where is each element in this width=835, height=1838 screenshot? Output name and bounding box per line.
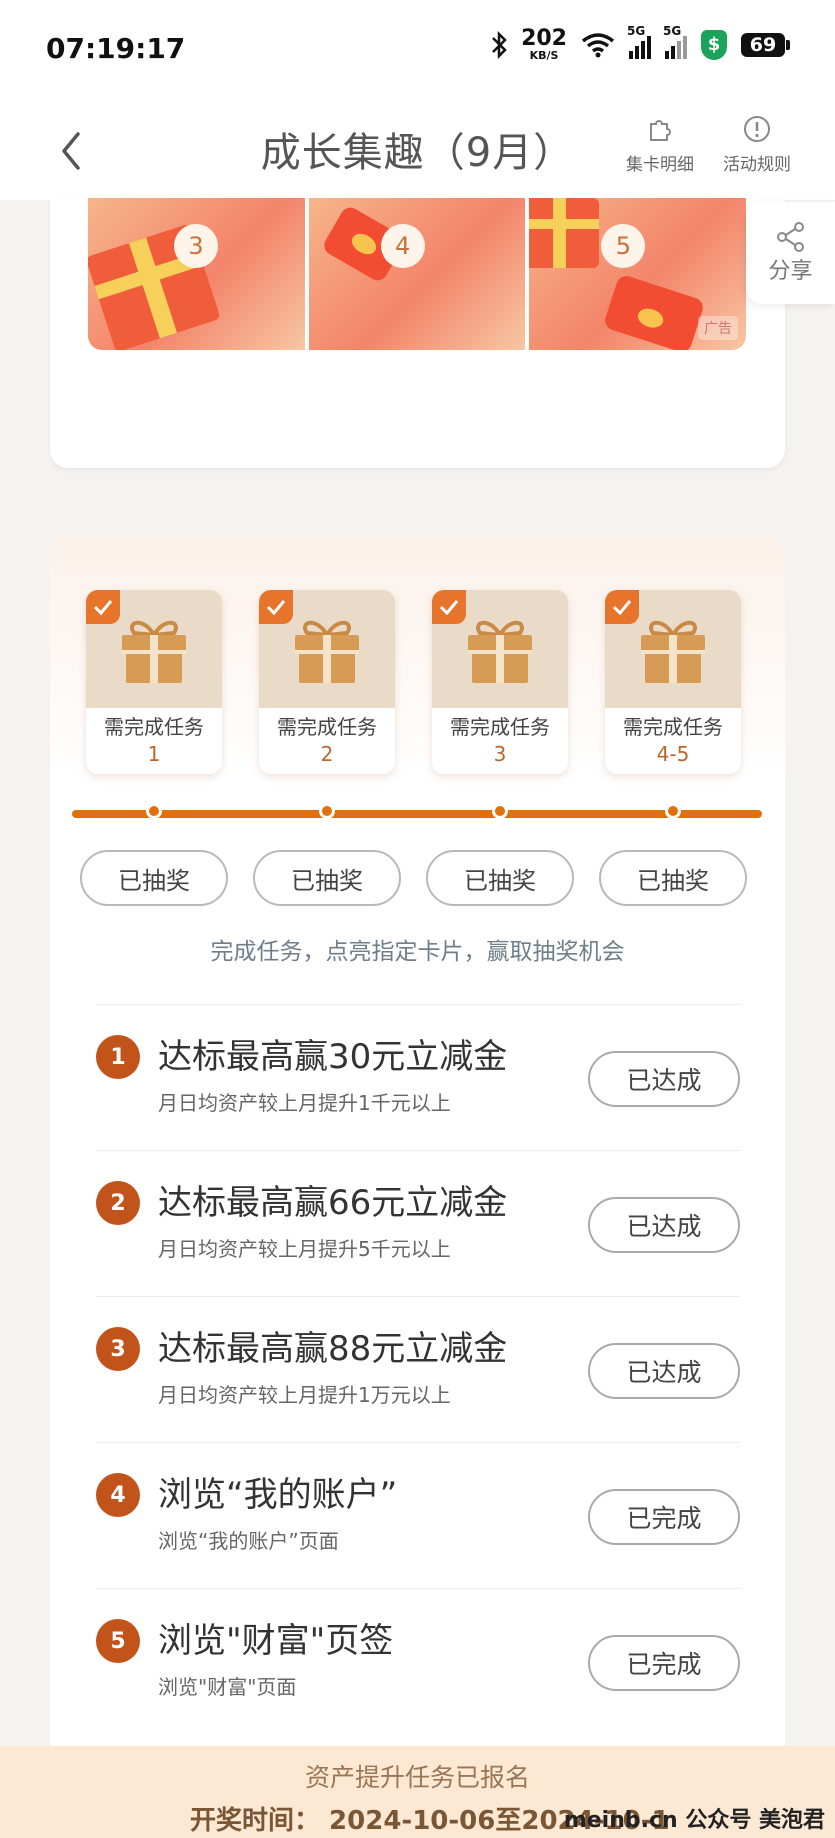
task-status-button[interactable]: 已完成 (588, 1635, 740, 1691)
task-status-button[interactable]: 已达成 (588, 1343, 740, 1399)
task-title: 浏览“我的账户” (158, 1475, 398, 1515)
registration-status: 资产提升任务已报名 (304, 1763, 530, 1792)
network-speed-unit: KB/S (529, 49, 559, 62)
gift-icon (122, 620, 186, 683)
task-number-badge: 2 (96, 1181, 140, 1225)
task-title: 达标最高赢88元立减金 (158, 1329, 508, 1369)
status-icons: 202 KB/S 5G 5G $ 69 (491, 24, 790, 62)
checkmark-icon (86, 590, 120, 624)
gift-icon (641, 620, 705, 683)
signal-icon-sim2: 5G (663, 24, 687, 59)
share-button[interactable]: 分享 (746, 202, 835, 304)
task-item-5: 5 浏览"财富"页签 浏览"财富"页面 已完成 (96, 1588, 740, 1735)
task-subtitle: 浏览"财富"页面 (158, 1675, 297, 1699)
stage-card-3[interactable]: 需完成任务 3 (432, 590, 568, 774)
wifi-icon (581, 32, 615, 57)
battery-icon: 69 (741, 32, 790, 57)
task-subtitle: 浏览“我的账户”页面 (158, 1529, 339, 1553)
bluetooth-icon (492, 30, 507, 59)
status-time: 07:19:17 (46, 32, 186, 65)
draw-button-4[interactable]: 已抽奖 (599, 850, 747, 906)
task-item-4: 4 浏览“我的账户” 浏览“我的账户”页面 已完成 (96, 1442, 740, 1589)
info-circle-icon (744, 116, 770, 142)
task-subtitle: 月日均资产较上月提升1万元以上 (158, 1383, 451, 1407)
stage-tasks: 2 (320, 742, 334, 766)
draw-button-3[interactable]: 已抽奖 (426, 850, 574, 906)
checkmark-icon (605, 590, 639, 624)
gift-icon (468, 620, 532, 683)
stage-card-4[interactable]: 需完成任务 4-5 (605, 590, 741, 774)
stage-card-1[interactable]: 需完成任务 1 (86, 590, 222, 774)
stage-label: 需完成任务 (450, 715, 550, 739)
task-number-badge: 5 (96, 1619, 140, 1663)
puzzle-icon (650, 120, 671, 141)
nav-bar: 成长集趣（9月） 集卡明细 活动规则 (0, 100, 835, 200)
share-label: 分享 (768, 259, 813, 284)
banner-card-5[interactable]: 5 广告 (529, 198, 746, 350)
share-icon (776, 222, 804, 252)
stage-tasks: 4-5 (656, 742, 690, 766)
task-status-button[interactable]: 已达成 (588, 1197, 740, 1253)
task-panel: 需完成任务 1 需完成任务 2 需完成任务 3 需完成任务 4-5 已抽奖 已抽… (50, 536, 785, 1838)
task-title: 浏览"财富"页签 (158, 1621, 394, 1661)
task-status-button[interactable]: 已达成 (588, 1051, 740, 1107)
sim2-label: 5G (663, 24, 682, 38)
ad-label: 广告 (698, 316, 739, 340)
hint-text: 完成任务，点亮指定卡片，赢取抽奖机会 (210, 939, 625, 965)
registration-footer: 资产提升任务已报名 开奖时间： 2024-10-06至2024-10-1 mei… (0, 1746, 835, 1838)
card-collection-panel: 3 4 5 广告 (50, 198, 785, 468)
task-subtitle: 月日均资产较上月提升1千元以上 (158, 1091, 451, 1115)
progress-track (72, 810, 762, 818)
task-number-badge: 4 (96, 1473, 140, 1517)
stage-tasks: 3 (493, 742, 507, 766)
stage-label: 需完成任务 (104, 715, 204, 739)
draw-button-2[interactable]: 已抽奖 (253, 850, 401, 906)
task-status-button[interactable]: 已完成 (588, 1489, 740, 1545)
stage-card-2[interactable]: 需完成任务 2 (259, 590, 395, 774)
task-item-1: 1 达标最高赢30元立减金 月日均资产较上月提升1千元以上 已达成 (96, 1004, 740, 1151)
banner-card-4[interactable]: 4 (308, 198, 526, 350)
card-detail-label: 集卡明细 (626, 155, 694, 175)
task-title: 达标最高赢30元立减金 (158, 1037, 508, 1077)
banner-number: 4 (380, 224, 425, 268)
gift-icon (295, 620, 359, 683)
task-subtitle: 月日均资产较上月提升5千元以上 (158, 1237, 451, 1261)
banner-strip: 3 4 5 广告 (88, 198, 746, 350)
progress-dot (492, 803, 508, 819)
progress-dot (319, 803, 335, 819)
task-item-2: 2 达标最高赢66元立减金 月日均资产较上月提升5千元以上 已达成 (96, 1150, 740, 1297)
sim1-label: 5G (627, 24, 646, 38)
network-speed: 202 KB/S (521, 26, 567, 62)
battery-level: 69 (749, 33, 777, 56)
red-packet-icon (602, 273, 706, 350)
task-number-badge: 3 (96, 1327, 140, 1371)
progress-dot (146, 803, 162, 819)
gift-box-icon (529, 198, 600, 268)
rules-label: 活动规则 (723, 155, 791, 175)
watermark: meinb.cn 公众号 美泡君 (563, 1808, 825, 1833)
rules-button[interactable]: 活动规则 (723, 114, 791, 175)
checkmark-icon (432, 590, 466, 624)
stage-label: 需完成任务 (623, 715, 723, 739)
stage-tasks: 1 (147, 742, 161, 766)
signal-icon-sim1: 5G (627, 24, 651, 59)
checkmark-icon (259, 590, 293, 624)
stage-label: 需完成任务 (277, 715, 377, 739)
status-bar: 07:19:17 202 KB/S 5G 5G $ 69 (0, 0, 835, 100)
security-shield-icon: $ (701, 29, 727, 60)
progress-dot (665, 803, 681, 819)
task-item-3: 3 达标最高赢88元立减金 月日均资产较上月提升1万元以上 已达成 (96, 1296, 740, 1443)
page-title: 成长集趣（9月） (260, 130, 575, 176)
banner-number: 3 (174, 224, 218, 268)
card-detail-button[interactable]: 集卡明细 (626, 114, 694, 175)
draw-button-1[interactable]: 已抽奖 (80, 850, 228, 906)
task-number-badge: 1 (96, 1035, 140, 1079)
network-speed-value: 202 (521, 26, 567, 51)
banner-number: 5 (601, 224, 646, 268)
task-title: 达标最高赢66元立减金 (158, 1183, 508, 1223)
banner-card-3[interactable]: 3 (88, 198, 305, 350)
